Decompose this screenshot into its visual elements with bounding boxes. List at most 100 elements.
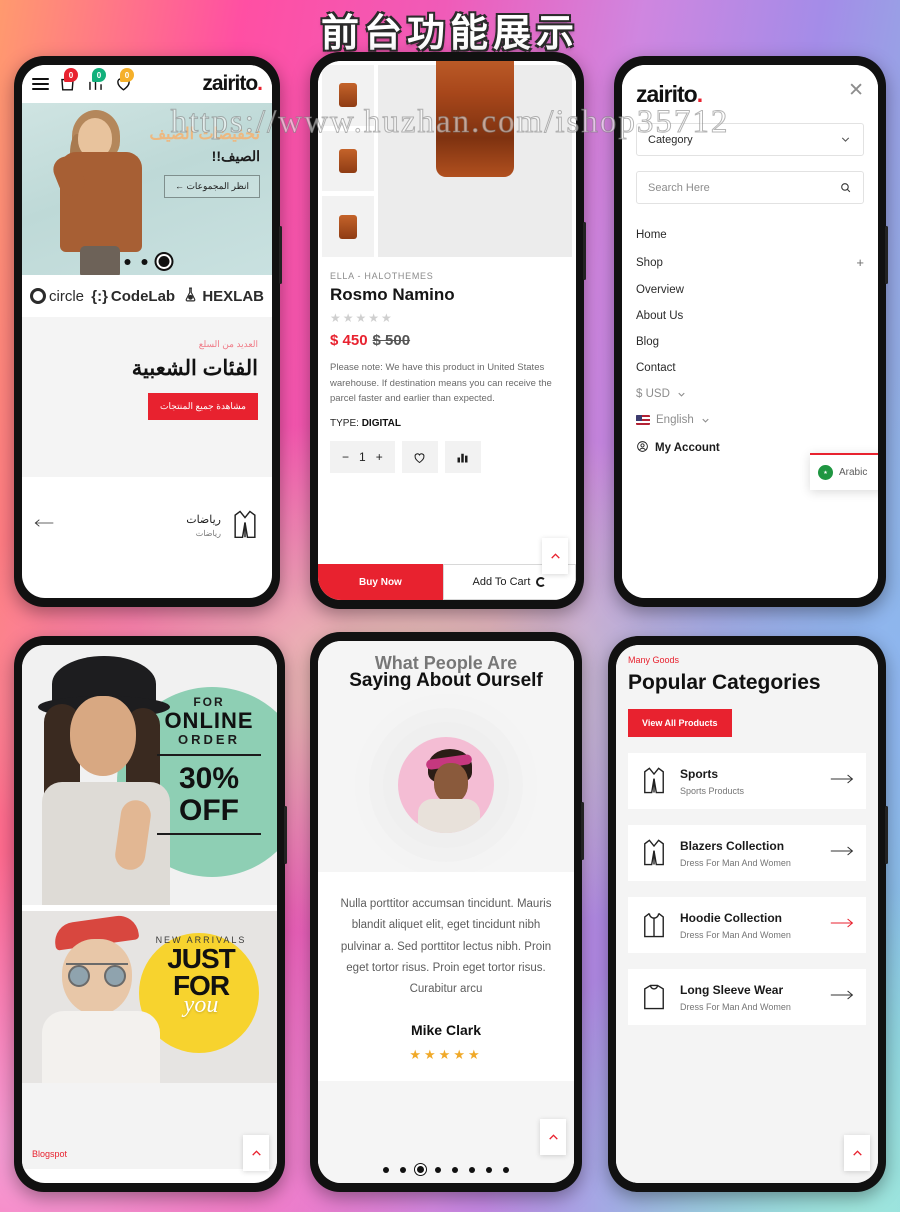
phone4-footer: Blogspot xyxy=(22,1083,277,1169)
carousel-dot[interactable] xyxy=(503,1166,509,1173)
category-row-text: Hoodie Collection Dress For Man And Wome… xyxy=(680,911,791,940)
category-row-hoodie[interactable]: Hoodie Collection Dress For Man And Wome… xyxy=(628,897,866,953)
menu-item-contact[interactable]: Contact xyxy=(636,355,864,381)
carousel-dot[interactable] xyxy=(383,1166,389,1173)
carousel-dot[interactable] xyxy=(435,1166,441,1173)
menu-item-home[interactable]: Home xyxy=(636,222,864,248)
divider xyxy=(157,754,261,757)
ring-icon xyxy=(30,288,46,304)
blazer-icon xyxy=(644,767,664,794)
category-row-text: Long Sleeve Wear Dress For Man And Women xyxy=(680,983,791,1012)
quantity-decrease-button[interactable]: − xyxy=(342,450,349,464)
quantity-value: 1 xyxy=(359,450,366,465)
arrow-right-icon[interactable] xyxy=(830,844,854,862)
language-label: English xyxy=(656,414,694,426)
search-placeholder: Search Here xyxy=(648,181,710,194)
scroll-to-top-button[interactable] xyxy=(542,538,568,574)
banner1-order: ORDER xyxy=(178,732,240,748)
phone-mockup-banners: FOR ONLINE ORDER 30% OFF NEW ARRIVALS JU… xyxy=(14,636,287,1192)
view-all-products-button[interactable]: مشاهدة جميع المنتجات xyxy=(148,393,258,420)
phone-mockup-testimonials: What People Are Saying About Ourself Nul… xyxy=(310,632,584,1192)
quantity-stepper[interactable]: − 1 + xyxy=(330,441,395,474)
category-row-sports[interactable]: Sports Sports Products xyxy=(628,753,866,809)
carousel-dot-active[interactable] xyxy=(417,1166,424,1173)
hero-cta-button[interactable]: انظر المجموعات ← xyxy=(163,175,260,199)
expand-icon[interactable]: + xyxy=(856,255,864,270)
menu-item-about-us[interactable]: About Us xyxy=(636,303,864,329)
testimonial-rating-stars: ★★★★★ xyxy=(409,1047,483,1063)
promo-banner-just-for-you[interactable]: NEW ARRIVALS JUST FOR you xyxy=(22,911,277,1083)
scroll-to-top-button[interactable] xyxy=(540,1119,566,1155)
category-card-title: رياضات xyxy=(186,513,221,526)
menu-logo[interactable]: zairito. xyxy=(636,81,703,108)
hero-subheadline: الصيف!! xyxy=(211,148,260,165)
site-logo[interactable]: zairito. xyxy=(202,72,263,96)
language-option-arabic[interactable]: Arabic xyxy=(839,467,867,478)
quantity-increase-button[interactable]: + xyxy=(376,450,383,464)
category-select[interactable]: Category xyxy=(636,123,864,156)
menu-item-label: Overview xyxy=(636,284,684,296)
currency-switcher[interactable]: $ USD xyxy=(636,381,864,407)
product-type: TYPE: DIGITAL xyxy=(330,418,564,429)
product-thumbnail[interactable] xyxy=(322,196,374,258)
product-price-current: $ 450 xyxy=(330,332,368,349)
brand-logo-codelab-text: CodeLab xyxy=(110,287,176,305)
close-icon[interactable]: ✕ xyxy=(848,81,864,100)
carousel-dot[interactable] xyxy=(469,1166,475,1173)
scroll-to-top-button[interactable] xyxy=(844,1135,870,1171)
currency-label: $ USD xyxy=(636,388,670,400)
carousel-dot[interactable] xyxy=(486,1166,492,1173)
footer-blogspot-label[interactable]: Blogspot xyxy=(32,1149,67,1159)
banner2-you: you xyxy=(183,991,219,1018)
carousel-dot-active[interactable] xyxy=(158,256,170,267)
cart-icon[interactable]: 0 xyxy=(58,68,78,94)
divider xyxy=(157,833,261,836)
arrow-right-icon[interactable] xyxy=(830,988,854,1006)
carousel-dot[interactable] xyxy=(452,1166,458,1173)
hamburger-icon[interactable] xyxy=(32,78,49,90)
carousel-dot[interactable] xyxy=(400,1166,406,1173)
view-all-products-button[interactable]: View All Products xyxy=(628,709,732,737)
arabic-flag-icon: ★ xyxy=(818,465,833,480)
chevron-up-icon xyxy=(550,552,560,559)
testimonial-quote: Nulla porttitor accumsan tincidunt. Maur… xyxy=(340,898,552,996)
scroll-to-top-button[interactable] xyxy=(243,1135,269,1171)
product-thumbnail[interactable] xyxy=(322,130,374,192)
language-dropdown-popup[interactable]: ★ Arabic xyxy=(810,453,878,490)
hero-carousel-dots[interactable] xyxy=(124,256,170,267)
testimonial-carousel-dots[interactable] xyxy=(383,1166,509,1173)
arrow-right-icon-active[interactable] xyxy=(830,916,854,934)
product-main-image[interactable] xyxy=(378,61,572,257)
category-card-sports[interactable]: رياضات رياضات xyxy=(22,499,272,551)
banner2-text-block: NEW ARRIVALS JUST FOR you xyxy=(135,935,267,1019)
product-thumbnails[interactable] xyxy=(322,65,374,258)
menu-item-blog[interactable]: Blog xyxy=(636,329,864,355)
carousel-dot[interactable] xyxy=(141,258,148,265)
menu-item-label: About Us xyxy=(636,310,684,322)
hero-carousel[interactable]: تخفيضات الصيف الصيف!! انظر المجموعات ← xyxy=(22,103,272,275)
compare-icon[interactable]: 0 xyxy=(86,68,106,94)
menu-item-shop[interactable]: Shop + xyxy=(636,248,864,277)
buy-now-button[interactable]: Buy Now xyxy=(318,564,443,600)
phone6-screen: Many Goods Popular Categories View All P… xyxy=(616,645,878,1183)
brand-logo-circle-text: circle xyxy=(49,287,85,305)
category-row-blazers[interactable]: Blazers Collection Dress For Man And Wom… xyxy=(628,825,866,881)
arrow-right-icon[interactable] xyxy=(830,772,854,790)
wishlist-icon[interactable]: 0 xyxy=(114,68,134,94)
compare-bars-icon[interactable] xyxy=(444,441,481,474)
hoodie-icon xyxy=(644,912,664,938)
product-thumbnail[interactable] xyxy=(322,65,374,126)
category-row-long-sleeve[interactable]: Long Sleeve Wear Dress For Man And Women xyxy=(628,969,866,1025)
menu-item-overview[interactable]: Overview xyxy=(636,277,864,303)
search-icon xyxy=(841,183,851,193)
language-switcher[interactable]: English xyxy=(636,407,864,433)
category-row-content: Sports Sports Products xyxy=(640,766,744,796)
carousel-dot[interactable] xyxy=(124,258,131,265)
category-row-subtitle: Dress For Man And Women xyxy=(680,857,791,868)
promo-banner-30-off[interactable]: FOR ONLINE ORDER 30% OFF xyxy=(22,645,277,905)
heart-icon[interactable] xyxy=(401,441,438,474)
chevron-down-icon xyxy=(702,418,709,423)
search-input[interactable]: Search Here xyxy=(636,171,864,204)
menu-item-label: Blog xyxy=(636,336,660,348)
arrow-left-icon[interactable] xyxy=(34,516,54,534)
